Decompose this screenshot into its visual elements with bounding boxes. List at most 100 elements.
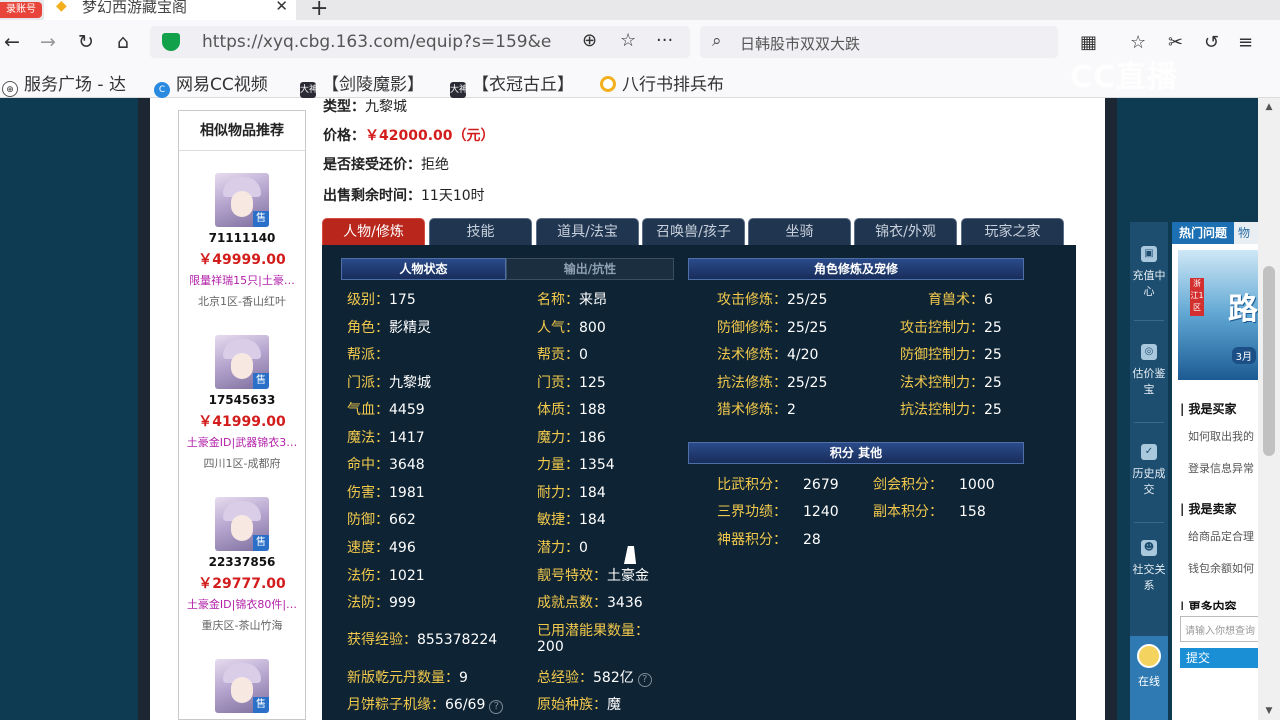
- side-social[interactable]: ☻ 社交关系: [1130, 540, 1168, 594]
- scroll-thumb[interactable]: [1263, 266, 1275, 456]
- subtab-output-resist[interactable]: 输出/抗性: [506, 258, 674, 280]
- help-icon[interactable]: ?: [489, 700, 504, 714]
- browser-tab-bar: 录账号 ◆ 梦幻西游藏宝阁 ✕ +: [0, 0, 1280, 21]
- stat-race: 原始种族：魔: [537, 697, 621, 713]
- cultivation-resist: 抗法修炼：25/25: [717, 375, 828, 391]
- stat-strength: 力量：1354: [537, 457, 615, 473]
- home-icon[interactable]: ⌂: [111, 30, 135, 54]
- tab-items[interactable]: 道具/法宝: [536, 218, 639, 245]
- tab-skills[interactable]: 技能: [429, 218, 532, 245]
- scroll-up-icon[interactable]: ▲: [1258, 102, 1280, 112]
- bookmark-1[interactable]: ⊕ 服务广场 - 达: [2, 70, 126, 97]
- side-history[interactable]: ✓ 历史成交: [1130, 444, 1168, 498]
- page-border-left: [138, 98, 150, 720]
- favorites-icon[interactable]: ☆: [1130, 32, 1146, 53]
- submit-button[interactable]: 提交: [1180, 648, 1260, 668]
- reload-icon[interactable]: ↻: [74, 30, 98, 54]
- page-scrollbar[interactable]: ▲ ▼: [1258, 98, 1280, 720]
- item-server: 重庆区-茶山竹海: [201, 619, 283, 632]
- bookmark-star-icon[interactable]: ☆: [620, 30, 636, 51]
- similar-item[interactable]: 售: [179, 659, 305, 713]
- bookmark-3[interactable]: 大神 【剑陵魔影】: [300, 70, 424, 98]
- help-icon[interactable]: ?: [637, 673, 652, 687]
- stat-sect-contrib: 门贡：125: [537, 375, 606, 391]
- bookmark-4[interactable]: 大神 【衣冠古丘】: [450, 70, 574, 98]
- seller-link[interactable]: 给商品定合理: [1188, 528, 1254, 544]
- tab-other[interactable]: 物: [1238, 224, 1250, 241]
- pet-defense-control: 防御控制力：25: [900, 347, 1002, 363]
- cc-video-icon: C: [154, 82, 170, 98]
- search-box[interactable]: ⌕ 日韩股市双双大跌: [700, 26, 1058, 58]
- tab-hot-questions[interactable]: 热门问题: [1172, 222, 1234, 244]
- forward-icon[interactable]: →: [36, 30, 60, 54]
- undo-icon[interactable]: ↺: [1204, 32, 1219, 53]
- stat-id-effect: 靓号特效：土豪金: [537, 568, 649, 584]
- divider: [1134, 522, 1164, 523]
- side-recharge[interactable]: ▣ 充值中心: [1130, 246, 1168, 300]
- character-avatar[interactable]: 售: [215, 173, 269, 227]
- similar-item[interactable]: 售 71111140 ￥49999.00 限量祥瑞15只|土豪… 北京1区-香山…: [179, 173, 305, 309]
- divider: [1134, 422, 1164, 423]
- browser-tab[interactable]: ◆ 梦幻西游藏宝阁 ✕: [44, 0, 296, 20]
- bookmark-5[interactable]: 八行书排兵布: [600, 70, 724, 95]
- tab-outfits[interactable]: 锦衣/外观: [854, 218, 957, 245]
- tab-pets[interactable]: 召唤兽/孩子: [642, 218, 745, 245]
- online-service-button[interactable]: 在线: [1130, 636, 1168, 720]
- side-appraise[interactable]: ◎ 估价鉴宝: [1130, 344, 1168, 398]
- cultivation-defense: 防御修炼：25/25: [717, 320, 828, 336]
- close-tab-icon[interactable]: ✕: [275, 0, 288, 14]
- cultivation-hunt: 猎术修炼：2: [717, 402, 796, 418]
- dashen-icon: 大神: [300, 82, 318, 98]
- hot-questions-widget: 热门问题 物 浙江1区 路 3月 | 我是买家 如何取出我的 登录信息异常 | …: [1172, 222, 1260, 720]
- seller-section-title: | 我是卖家: [1180, 502, 1237, 516]
- back-icon[interactable]: ←: [0, 30, 24, 54]
- address-bar[interactable]: https://xyq.cbg.163.com/equip?s=159&e ⊕ …: [150, 26, 690, 58]
- pet-resist-control: 抗法控制力：25: [900, 402, 1002, 418]
- more-actions-icon[interactable]: ···: [656, 30, 673, 51]
- buyer-link[interactable]: 如何取出我的: [1188, 428, 1254, 444]
- extension-icon[interactable]: ✂: [1168, 32, 1183, 53]
- buyer-link[interactable]: 登录信息异常: [1188, 460, 1254, 476]
- promo-banner[interactable]: 浙江1区 路 3月: [1178, 250, 1258, 380]
- scroll-down-icon[interactable]: ▼: [1258, 706, 1280, 716]
- stat-used-fruit-value: 200: [537, 639, 564, 655]
- stat-constitution: 体质：188: [537, 402, 606, 418]
- new-tab-icon[interactable]: +: [310, 0, 328, 21]
- stat-popularity: 人气：800: [537, 320, 606, 336]
- appraise-icon: ◎: [1141, 344, 1157, 360]
- character-avatar[interactable]: 售: [215, 497, 269, 551]
- tab-mounts[interactable]: 坐骑: [748, 218, 851, 245]
- stat-hp: 气血：4459: [347, 402, 425, 418]
- zoom-icon[interactable]: ⊕: [582, 30, 597, 51]
- cultivation-magic: 法术修炼：4/20: [717, 347, 819, 363]
- stat-name: 名称：来昂: [537, 292, 607, 308]
- similar-item[interactable]: 售 17545633 ￥41999.00 土豪金ID|武器锦衣3… 四川1区-成…: [179, 335, 305, 471]
- score-pvp: 比武积分： 2679: [717, 477, 839, 493]
- bookmark-2[interactable]: C 网易CC视频: [154, 70, 268, 98]
- seller-link[interactable]: 钱包余额如何: [1188, 560, 1254, 576]
- stat-damage: 伤害：1981: [347, 485, 425, 501]
- banner-text: 路: [1228, 292, 1258, 327]
- question-input[interactable]: 请输入你想查询: [1180, 616, 1260, 642]
- item-id: 17545633: [208, 393, 276, 407]
- price-row: 价格：￥42000.00（元）: [323, 128, 495, 144]
- tab-player-home[interactable]: 玩家之家: [961, 218, 1064, 245]
- tab-character[interactable]: 人物/修炼: [322, 218, 425, 245]
- stat-exp: 获得经验：855378224: [347, 632, 498, 648]
- sell-badge: 售: [253, 697, 269, 713]
- stat-qianyuan: 新版乾元丹数量：9: [347, 670, 468, 686]
- dashen-icon: 大神: [450, 82, 468, 98]
- menu-icon[interactable]: ≡: [1238, 32, 1253, 53]
- character-avatar[interactable]: 售: [215, 659, 269, 713]
- subtab-status[interactable]: 人物状态: [341, 258, 506, 280]
- item-price: ￥41999.00: [198, 414, 286, 430]
- character-avatar[interactable]: 售: [215, 335, 269, 389]
- stat-magic: 魔力：186: [537, 430, 606, 446]
- grid-apps-icon[interactable]: ▦: [1080, 32, 1097, 53]
- pet-magic-control: 法术控制力：25: [900, 375, 1002, 391]
- item-id: 71111140: [208, 231, 276, 245]
- item-id: 22337856: [208, 555, 276, 569]
- similar-item[interactable]: 售 22337856 ￥29777.00 土豪金ID|锦衣80件|… 重庆区-茶…: [179, 497, 305, 633]
- tab-title: 梦幻西游藏宝阁: [82, 0, 188, 16]
- similar-items-panel: 相似物品推荐 售 71111140 ￥49999.00 限量祥瑞15只|土豪… …: [178, 110, 306, 720]
